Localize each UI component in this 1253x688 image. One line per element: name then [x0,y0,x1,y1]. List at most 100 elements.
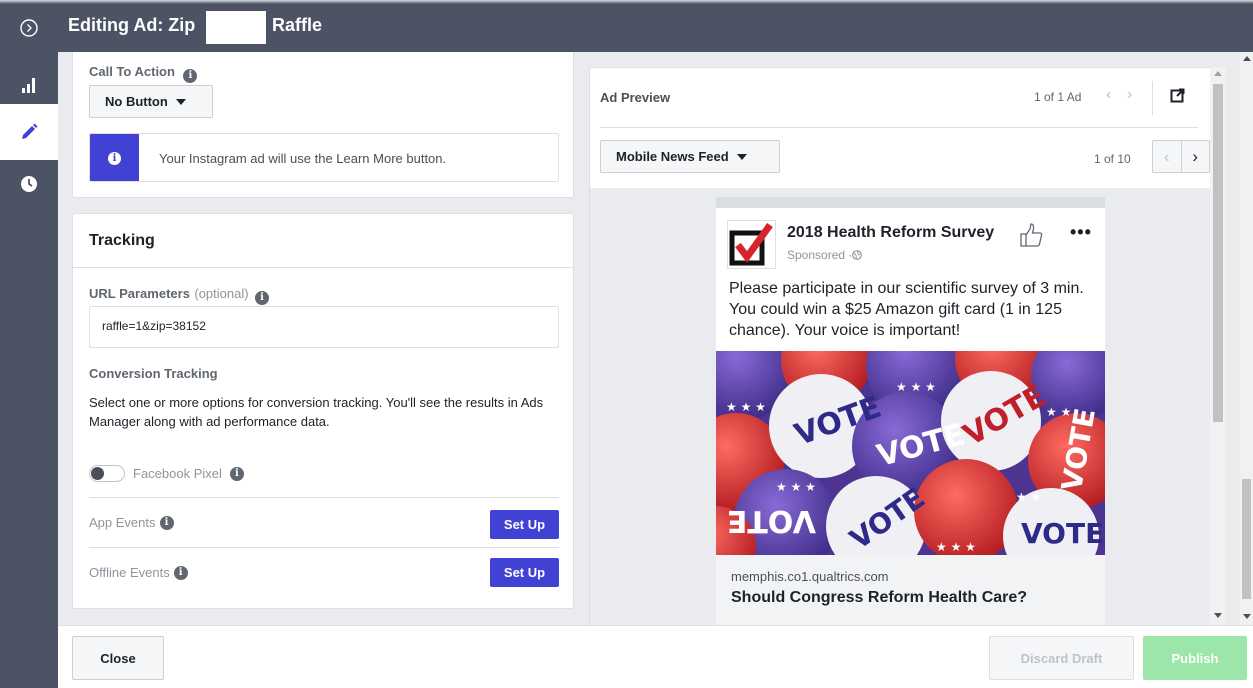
info-icon[interactable]: i [173,565,188,580]
ad-preview-title: Ad Preview [600,90,671,105]
globe-icon [852,250,863,260]
sponsored-row: Sponsored · [787,248,863,262]
redaction-box [206,11,266,44]
ad-count: 1 of 1 Ad [1034,90,1082,104]
like-thumb-icon[interactable] [1018,222,1044,248]
page-title: Editing Ad: Zip [68,15,196,35]
facebook-pixel-toggle[interactable] [89,465,125,482]
discard-draft-button[interactable]: Discard Draft [989,636,1134,680]
scroll-down-icon[interactable] [1214,613,1222,618]
tracking-title: Tracking [89,232,155,249]
caret-down-icon [736,153,747,160]
app-events-setup-button[interactable]: Set Up [490,510,559,539]
divider [89,497,559,498]
svg-text:★ ★: ★ ★ [1016,490,1041,504]
url-params-optional: (optional) [194,286,249,301]
notice-text: Your Instagram ad will use the Learn Mor… [159,151,447,166]
close-button[interactable]: Close [72,636,164,680]
prev-ad-button[interactable]: ‹ [1106,86,1111,104]
url-params-value: raffle=1&zip=38152 [102,319,206,333]
divider [1152,81,1153,115]
more-options-icon[interactable]: ••• [1070,222,1092,243]
footer-bar: Close Discard Draft Publish [58,625,1253,688]
app-events-row: App Events i [89,515,174,530]
page-title-suffix: Raffle [272,15,323,35]
scroll-down-icon[interactable] [1243,614,1251,619]
cta-label: Call To Action [89,64,175,79]
offline-events-label: Offline Events [89,565,170,580]
divider [73,267,573,268]
expand-rail-button[interactable] [0,4,58,52]
feed-top-bar [716,197,1105,208]
clock-icon [21,176,37,192]
bar-chart-icon [22,78,35,93]
info-icon: i [108,152,121,165]
vote-label: VOTE [727,503,816,538]
open-preview-button[interactable] [1170,88,1185,108]
page-name[interactable]: 2018 Health Reform Survey [787,224,994,242]
rail-item-edit[interactable] [0,104,58,160]
header-bar: Editing Ad: Zip Raffle [58,4,1253,52]
notice-info-badge: i [90,134,139,181]
page-logo [727,220,776,269]
info-icon[interactable]: i [183,69,198,83]
info-icon[interactable]: i [229,466,244,481]
svg-text:★ ★ ★: ★ ★ ★ [896,380,936,394]
checkbox-logo-icon [729,222,773,266]
scroll-up-icon[interactable] [1243,56,1251,61]
feed-area: 2018 Health Reform Survey Sponsored · ••… [590,188,1212,626]
placement-count: 1 of 10 [1094,152,1131,166]
toggle-knob [91,467,104,480]
cta-card: Call To Action i No Button i Your Instag… [72,52,574,198]
pencil-icon [22,123,38,139]
svg-text:★ ★ ★: ★ ★ ★ [936,540,976,554]
app-events-label: App Events [89,515,156,530]
url-params-label-row: URL Parameters (optional) i [89,285,270,305]
sponsored-label: Sponsored · [787,248,853,262]
scrollbar-thumb[interactable] [1242,479,1251,599]
cta-dropdown[interactable]: No Button [89,85,213,118]
placement-dropdown[interactable]: Mobile News Feed [600,140,780,173]
facebook-pixel-label: Facebook Pixel [133,466,222,481]
cta-label-row: Call To Action i [89,63,198,83]
divider [600,127,1198,128]
caret-down-icon [175,98,186,105]
ad-image[interactable]: VOTE VOTE VOTE VOTE VOTE VOTE VOTE ★ ★ ★… [716,351,1105,555]
scrollbar-thumb[interactable] [1213,84,1223,422]
ad-post: 2018 Health Reform Survey Sponsored · ••… [716,208,1105,626]
tracking-card: Tracking URL Parameters (optional) i raf… [72,213,574,609]
external-link-icon [1170,88,1185,103]
conversion-tracking-desc: Select one or more options for conversio… [89,395,544,429]
scroll-up-icon[interactable] [1214,71,1222,76]
conversion-tracking-title: Conversion Tracking [89,366,218,381]
prev-placement-button[interactable]: ‹ [1153,141,1182,172]
svg-text:★ ★ ★: ★ ★ ★ [776,480,816,494]
svg-text:★ ★ ★: ★ ★ ★ [726,400,766,414]
cta-dropdown-value: No Button [105,94,168,109]
circle-chevron-right-icon [20,19,38,37]
placement-pager: ‹ › [1152,140,1210,173]
preview-scrollbar[interactable] [1210,67,1226,625]
left-rail [0,4,58,688]
offline-events-row: Offline Events i [89,565,188,580]
link-domain: memphis.co1.qualtrics.com [731,569,889,584]
url-params-input[interactable]: raffle=1&zip=38152 [89,306,559,348]
ad-preview-panel: Ad Preview 1 of 1 Ad ‹ › Mobile News Fee… [589,67,1213,627]
offline-events-setup-button[interactable]: Set Up [490,558,559,587]
vote-label: VOTE [1021,517,1104,550]
info-icon[interactable]: i [159,515,174,530]
facebook-pixel-row: Facebook Pixel i [89,465,244,482]
next-ad-button[interactable]: › [1127,86,1132,104]
publish-button[interactable]: Publish [1143,636,1247,680]
next-placement-button[interactable]: › [1182,141,1210,172]
link-headline: Should Congress Reform Health Care? [731,589,1028,606]
rail-item-history[interactable] [0,156,58,212]
page-scrollbar[interactable] [1240,52,1253,625]
info-icon[interactable]: i [255,291,270,305]
ad-body-text: Please participate in our scientific sur… [729,280,1084,339]
placement-value: Mobile News Feed [616,149,729,164]
divider [89,547,559,548]
instagram-notice: i Your Instagram ad will use the Learn M… [89,133,559,182]
link-preview[interactable]: memphis.co1.qualtrics.com Should Congres… [716,555,1105,626]
url-params-label: URL Parameters [89,286,190,301]
